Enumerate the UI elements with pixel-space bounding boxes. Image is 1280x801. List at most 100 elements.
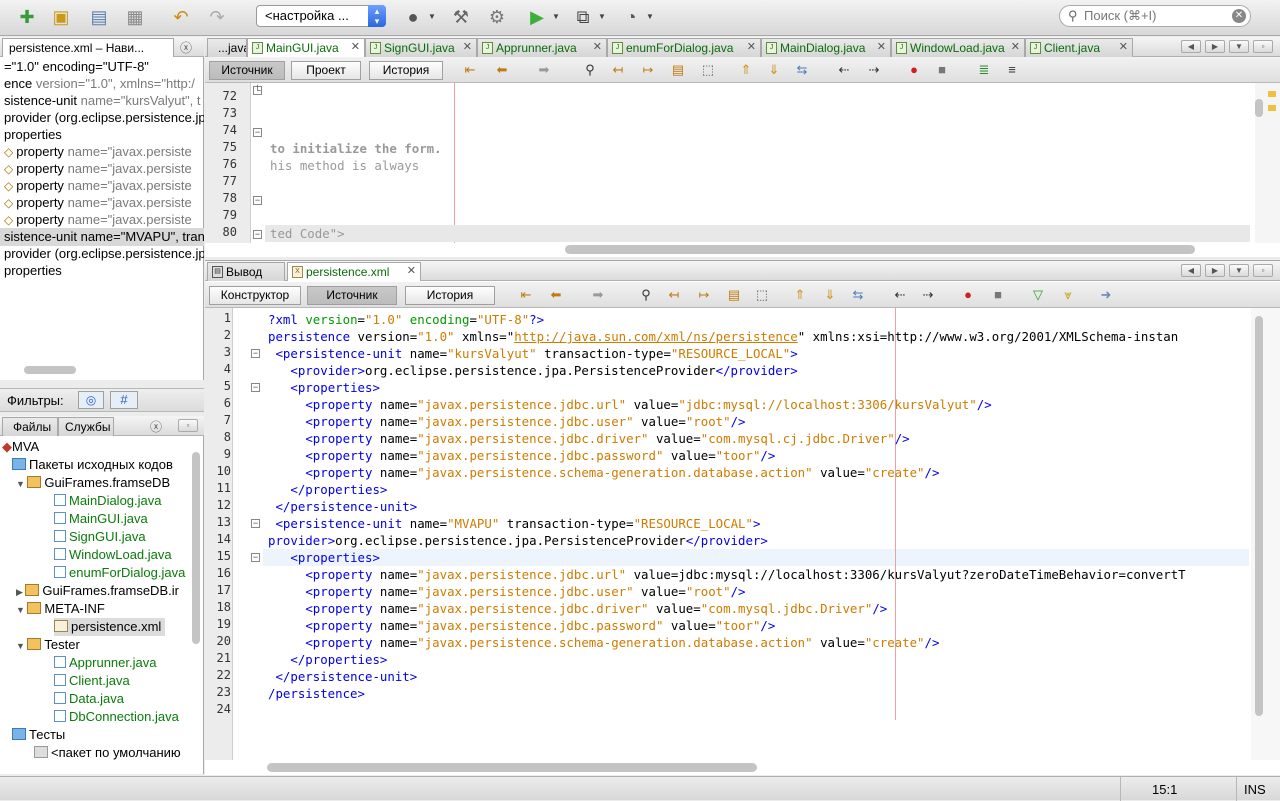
tab-apprunner[interactable]: J Apprunner.java ✕ [477,38,607,57]
undo-icon[interactable]: ↶ [168,5,194,29]
tab-list-icon[interactable]: ▼ [1229,40,1249,53]
next-bookmark-icon[interactable]: ⇓ [765,62,783,78]
chevron-down-icon[interactable]: ▼ [646,12,654,21]
mode-source-button[interactable]: Источник [209,61,285,80]
search-box[interactable]: ⚲ Поиск (⌘+I) ✕ [1059,5,1251,27]
scroll-right-icon[interactable]: ▶ [1205,40,1225,53]
clear-search-icon[interactable]: ✕ [1232,9,1246,23]
select-icon[interactable]: ⬚ [699,62,717,78]
find-icon[interactable]: ⚲ [637,287,655,303]
globe-icon[interactable]: ● [400,5,426,29]
tree-file[interactable]: SignGUI.java [54,528,146,546]
next-bookmark-icon[interactable]: ⇓ [821,287,839,303]
scroll-left-icon[interactable]: ◀ [1181,264,1201,277]
fold-marker-icon[interactable]: − [251,349,260,358]
tree-file-selected[interactable]: persistence.xml [54,618,166,636]
nav-node-persistence[interactable]: ence version="1.0", xmlns="http:/ [4,75,195,93]
navigator-hscrollbar[interactable] [24,366,76,374]
shift-right-icon[interactable]: ⇢ [919,287,937,303]
tab-persistence-xml[interactable]: Xpersistence.xml ✕ [287,262,421,281]
scroll-right-icon[interactable]: ▶ [1205,264,1225,277]
back-icon[interactable]: ⬅ [493,62,511,78]
find-next-icon[interactable]: ↦ [695,287,713,303]
editor-bottom-hscrollbar[interactable] [267,763,757,772]
check-xml-icon[interactable]: ⩔ [1059,287,1077,303]
redo-icon[interactable]: ↷ [204,5,230,29]
back-icon[interactable]: ⬅ [547,287,565,303]
debug-icon[interactable]: ⧉ [570,5,596,29]
editor-top-vscrollbar[interactable] [1255,99,1263,117]
run-icon[interactable]: ▶ [524,5,550,29]
clean-build-icon[interactable]: ⚙ [484,5,510,29]
editor-bottom-code[interactable]: ?xml version="1.0" encoding="UTF-8"?> per… [263,308,1249,760]
tab-maingui[interactable]: J MainGUI.java ✕ [247,38,365,57]
close-icon[interactable]: ⓧ [150,418,162,435]
tree-project[interactable]: ◆MVA [2,438,39,456]
last-edit-icon[interactable]: ⇤ [461,62,479,78]
tree-file[interactable]: enumForDialog.java [54,564,185,582]
maximize-icon[interactable]: ▫ [1253,40,1273,53]
prev-bookmark-icon[interactable]: ⇑ [737,62,755,78]
tab-enumfordialog[interactable]: JenumForDialog.java ✕ [607,38,761,57]
close-icon[interactable]: ⓧ [180,39,192,56]
find-prev-icon[interactable]: ↤ [665,287,683,303]
shift-left-icon[interactable]: ⇠ [835,62,853,78]
forward-icon[interactable]: ➡ [535,62,553,78]
tab-services[interactable]: Службы [58,417,114,436]
editor-top-code[interactable]: to initialize the form. his method is al… [265,83,1250,243]
fold-marker-icon[interactable]: − [253,230,262,239]
scroll-left-icon[interactable]: ◀ [1181,40,1201,53]
chevron-down-icon[interactable]: ▼ [598,12,606,21]
tree-source-packages[interactable]: Пакеты исходных кодов [12,456,173,474]
save-all-icon[interactable]: ▦ [122,5,148,29]
comment-icon[interactable]: ≣ [975,62,993,78]
nav-node-xml[interactable]: ="1.0" encoding="UTF-8" [4,58,149,76]
stop-macro-icon[interactable]: ■ [933,62,951,78]
maximize-icon[interactable]: ▫ [178,419,198,432]
validate-icon[interactable]: ▽ [1029,287,1047,303]
nav-node-property[interactable]: ◇ property name="javax.persiste [4,194,192,212]
tree-package-framsedb[interactable]: ▼ GuiFrames.framseDB [16,474,170,492]
toggle-bookmark-icon[interactable]: ⇆ [849,287,867,303]
last-edit-icon[interactable]: ⇤ [517,287,535,303]
nav-node-property[interactable]: ◇ property name="javax.persiste [4,177,192,195]
mode-designer-button[interactable]: Конструктор [209,286,301,305]
chevron-down-icon[interactable]: ▼ [428,12,436,21]
open-project-icon[interactable]: ▤ [86,5,112,29]
nav-node-property[interactable]: ◇ property name="javax.persiste [4,211,192,229]
tree-tests[interactable]: Тесты [12,726,65,744]
shift-left-icon[interactable]: ⇠ [891,287,909,303]
record-macro-icon[interactable]: ● [905,62,923,78]
tree-file[interactable]: Data.java [54,690,124,708]
profile-icon[interactable]: ◔ [618,5,644,29]
prev-bookmark-icon[interactable]: ⇑ [791,287,809,303]
find-icon[interactable]: ⚲ [581,62,599,78]
nav-node-provider-2[interactable]: provider (org.eclipse.persistence.jp [4,245,204,263]
nav-node-properties-1[interactable]: properties [4,126,62,144]
chevron-down-icon[interactable]: ▼ [552,12,560,21]
forward-icon[interactable]: ➡ [589,287,607,303]
shift-right-icon[interactable]: ⇢ [865,62,883,78]
filter-attributes-icon[interactable]: ◎ [78,391,104,409]
tree-file[interactable]: MainGUI.java [54,510,148,528]
nav-node-properties-2[interactable]: properties [4,262,62,280]
new-file-icon[interactable]: ✚ [14,5,40,29]
find-next-icon[interactable]: ↦ [639,62,657,78]
find-prev-icon[interactable]: ↤ [609,62,627,78]
tab-hidden-java[interactable]: ...java [207,38,247,57]
mode-source-button[interactable]: Источник [307,286,397,305]
tab-client[interactable]: J Client.java ✕ [1025,38,1133,57]
nav-node-unit-1[interactable]: sistence-unit name="kursValyut", t [4,92,201,110]
fold-marker-icon[interactable]: − [253,196,262,205]
fold-marker-icon[interactable]: − [251,383,260,392]
tab-maindialog[interactable]: J MainDialog.java ✕ [761,38,891,57]
nav-node-unit-2[interactable]: sistence-unit name="MVAPU", tran [0,228,204,246]
tab-list-icon[interactable]: ▼ [1229,264,1249,277]
mode-history-button[interactable]: История [369,61,443,80]
toggle-highlight-icon[interactable]: ▤ [725,287,743,303]
mode-history-button[interactable]: История [405,286,495,305]
tree-default-package[interactable]: <пакет по умолчанию [34,744,181,762]
tree-package-framsedb-ir[interactable]: ▶ GuiFrames.framseDB.ir [16,582,179,600]
fold-marker-icon[interactable]: └ [253,86,262,95]
tab-signgui[interactable]: J SignGUI.java ✕ [365,38,477,57]
